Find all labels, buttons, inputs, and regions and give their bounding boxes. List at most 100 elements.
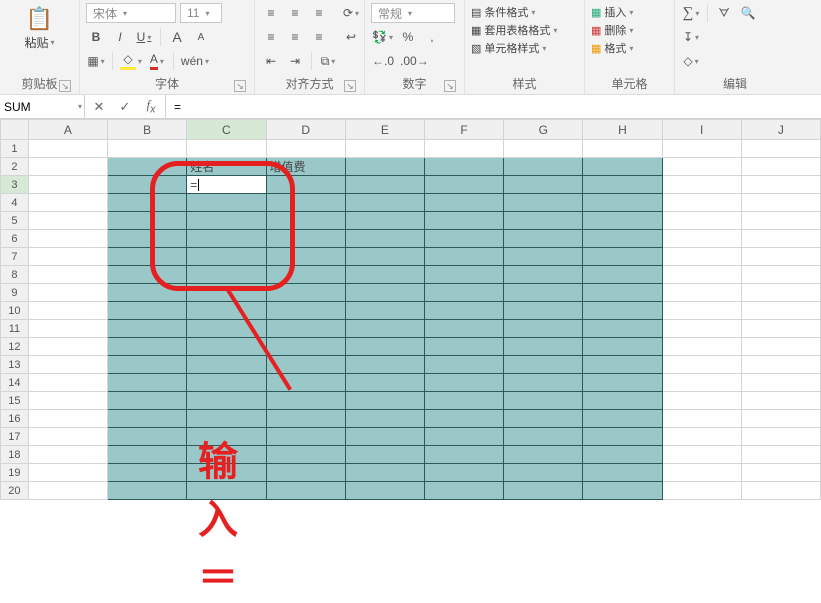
cell-E2[interactable] <box>345 158 424 176</box>
shrink-font-button[interactable]: A <box>191 27 211 47</box>
cell-H5[interactable] <box>583 212 662 230</box>
col-header-D[interactable]: D <box>266 120 345 140</box>
row-header-9[interactable]: 9 <box>1 284 29 302</box>
cell-B7[interactable] <box>108 248 187 266</box>
cell-I1[interactable] <box>662 140 741 158</box>
cell-I19[interactable] <box>662 464 741 482</box>
cell-B4[interactable] <box>108 194 187 212</box>
cell-E16[interactable] <box>345 410 424 428</box>
align-center-button[interactable]: ≡ <box>285 27 305 47</box>
cell-E20[interactable] <box>345 482 424 500</box>
cell-C6[interactable] <box>187 230 266 248</box>
cell-D13[interactable] <box>266 356 345 374</box>
cell-I11[interactable] <box>662 320 741 338</box>
cell-G16[interactable] <box>504 410 583 428</box>
col-header-I[interactable]: I <box>662 120 741 140</box>
increase-decimal-button[interactable]: ←.0 <box>371 51 395 71</box>
cell-G2[interactable] <box>504 158 583 176</box>
cell-H7[interactable] <box>583 248 662 266</box>
row-header-11[interactable]: 11 <box>1 320 29 338</box>
comma-button[interactable]: , <box>422 27 442 47</box>
cell-H19[interactable] <box>583 464 662 482</box>
cell-B16[interactable] <box>108 410 187 428</box>
autosum-button[interactable]: ∑ <box>681 3 701 23</box>
cell-F13[interactable] <box>424 356 503 374</box>
cell-G8[interactable] <box>504 266 583 284</box>
cell-D1[interactable] <box>266 140 345 158</box>
cell-A6[interactable] <box>28 230 107 248</box>
align-bottom-button[interactable]: ≡ <box>309 3 329 23</box>
col-header-H[interactable]: H <box>583 120 662 140</box>
cell-F14[interactable] <box>424 374 503 392</box>
cell-D7[interactable] <box>266 248 345 266</box>
cell-H20[interactable] <box>583 482 662 500</box>
formula-input[interactable] <box>166 95 821 118</box>
cell-D9[interactable] <box>266 284 345 302</box>
cell-J15[interactable] <box>741 392 820 410</box>
cell-G7[interactable] <box>504 248 583 266</box>
row-header-14[interactable]: 14 <box>1 374 29 392</box>
cell-H11[interactable] <box>583 320 662 338</box>
cell-F16[interactable] <box>424 410 503 428</box>
cell-A9[interactable] <box>28 284 107 302</box>
cell-F6[interactable] <box>424 230 503 248</box>
cell-B18[interactable] <box>108 446 187 464</box>
cell-B13[interactable] <box>108 356 187 374</box>
cell-I17[interactable] <box>662 428 741 446</box>
font-dialog-launcher[interactable]: ↘ <box>234 80 246 92</box>
cell-H12[interactable] <box>583 338 662 356</box>
cell-H18[interactable] <box>583 446 662 464</box>
conditional-format-button[interactable]: ▤条件格式 ▾ <box>471 4 578 20</box>
cell-H2[interactable] <box>583 158 662 176</box>
row-header-10[interactable]: 10 <box>1 302 29 320</box>
font-name-combo[interactable]: 宋体▾ <box>86 3 176 23</box>
cell-I18[interactable] <box>662 446 741 464</box>
cell-F12[interactable] <box>424 338 503 356</box>
cell-E11[interactable] <box>345 320 424 338</box>
cell-I14[interactable] <box>662 374 741 392</box>
cell-H9[interactable] <box>583 284 662 302</box>
cell-A16[interactable] <box>28 410 107 428</box>
cell-B20[interactable] <box>108 482 187 500</box>
font-size-combo[interactable]: 11▾ <box>180 3 222 23</box>
cell-G1[interactable] <box>504 140 583 158</box>
increase-indent-button[interactable]: ⇥ <box>285 51 305 71</box>
cell-J20[interactable] <box>741 482 820 500</box>
cell-H1[interactable] <box>583 140 662 158</box>
align-dialog-launcher[interactable]: ↘ <box>344 80 356 92</box>
cell-D8[interactable] <box>266 266 345 284</box>
cell-G5[interactable] <box>504 212 583 230</box>
col-header-A[interactable]: A <box>28 120 107 140</box>
cell-E10[interactable] <box>345 302 424 320</box>
col-header-J[interactable]: J <box>741 120 820 140</box>
cell-A15[interactable] <box>28 392 107 410</box>
cell-E14[interactable] <box>345 374 424 392</box>
cell-B6[interactable] <box>108 230 187 248</box>
phonetic-button[interactable]: wén <box>180 51 210 71</box>
cell-E1[interactable] <box>345 140 424 158</box>
row-header-4[interactable]: 4 <box>1 194 29 212</box>
row-header-8[interactable]: 8 <box>1 266 29 284</box>
cell-H13[interactable] <box>583 356 662 374</box>
cell-A3[interactable] <box>28 176 107 194</box>
cell-D18[interactable] <box>266 446 345 464</box>
cell-G20[interactable] <box>504 482 583 500</box>
cell-C11[interactable] <box>187 320 266 338</box>
row-header-15[interactable]: 15 <box>1 392 29 410</box>
cell-E17[interactable] <box>345 428 424 446</box>
cell-I20[interactable] <box>662 482 741 500</box>
cell-H16[interactable] <box>583 410 662 428</box>
cell-E8[interactable] <box>345 266 424 284</box>
cell-A7[interactable] <box>28 248 107 266</box>
cell-A19[interactable] <box>28 464 107 482</box>
cell-A13[interactable] <box>28 356 107 374</box>
cancel-formula-button[interactable]: ✕ <box>91 99 107 115</box>
cell-J4[interactable] <box>741 194 820 212</box>
cell-D16[interactable] <box>266 410 345 428</box>
cell-C19[interactable] <box>187 464 266 482</box>
cell-G3[interactable] <box>504 176 583 194</box>
cell-A12[interactable] <box>28 338 107 356</box>
cell-J12[interactable] <box>741 338 820 356</box>
sort-filter-button[interactable]: ᗊ <box>714 3 734 23</box>
cell-D15[interactable] <box>266 392 345 410</box>
